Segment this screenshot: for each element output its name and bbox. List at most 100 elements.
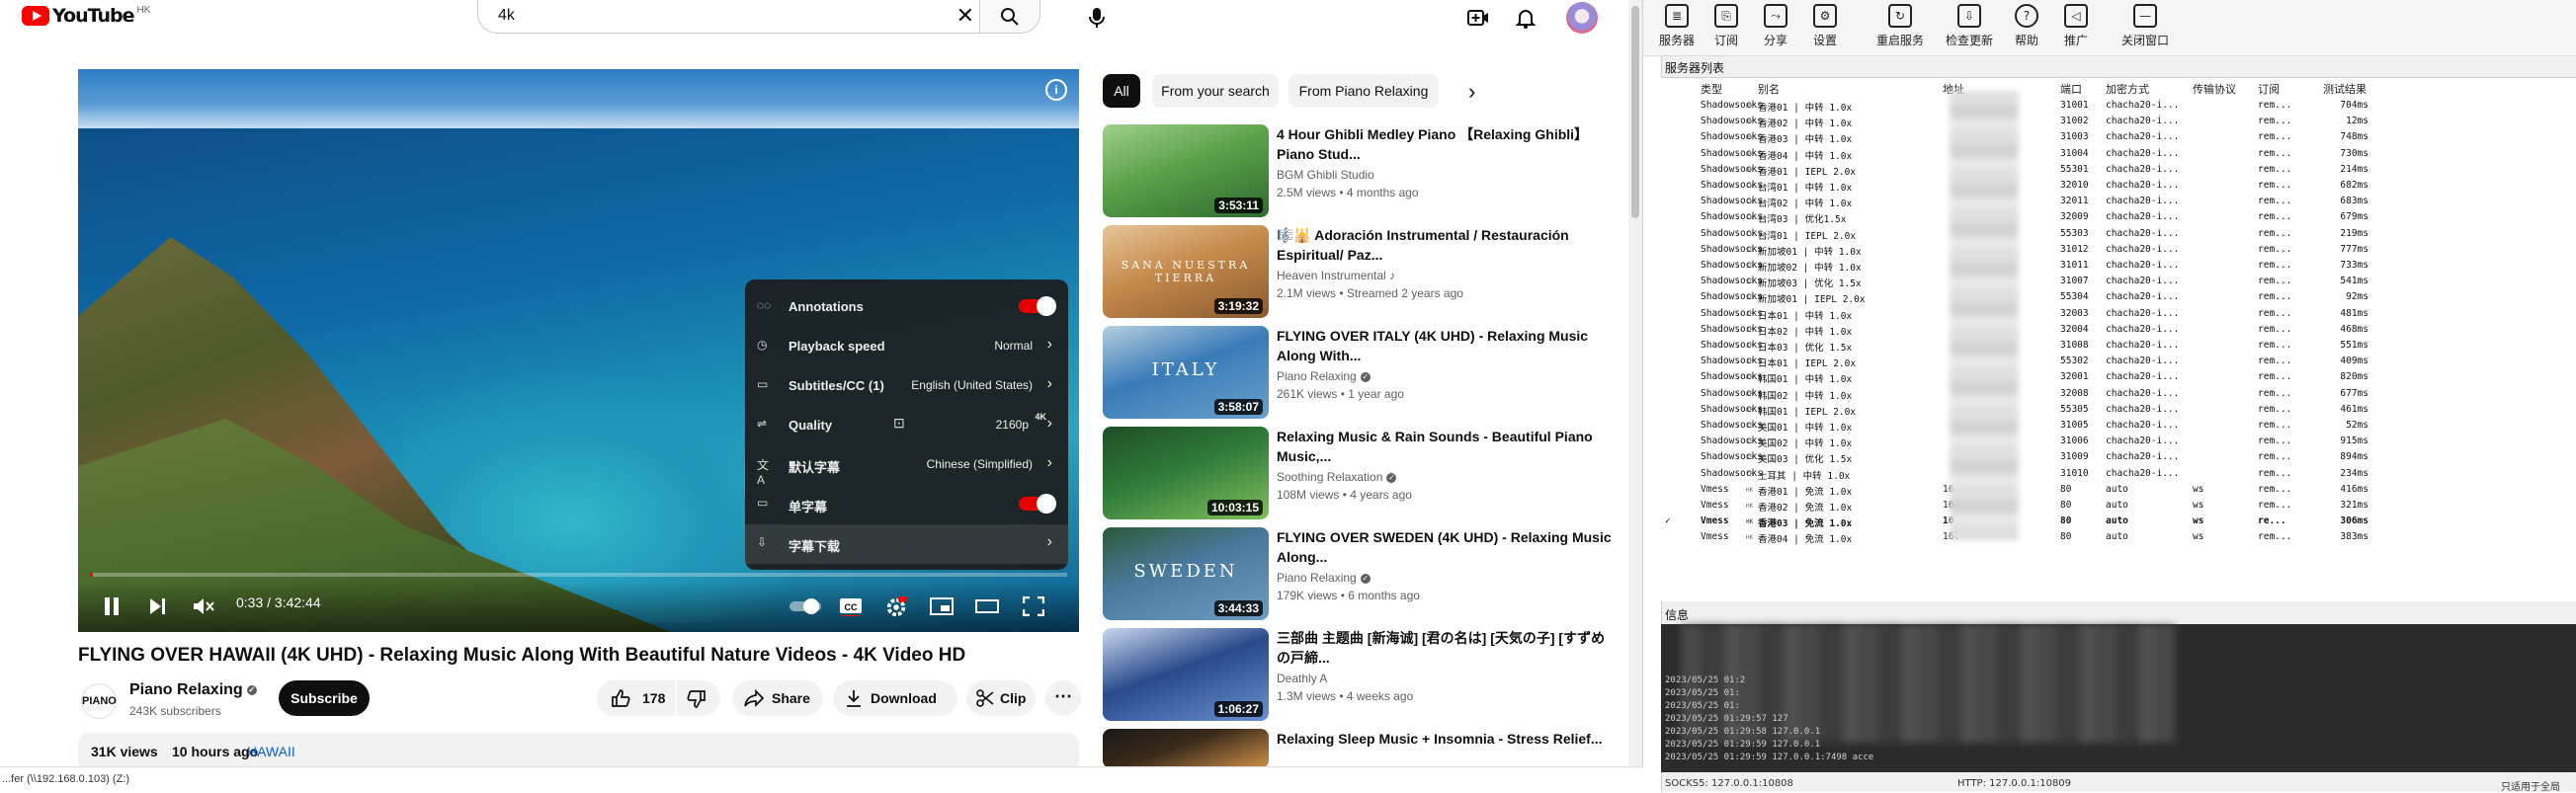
dislike-button[interactable]: [677, 680, 720, 716]
video-thumbnail[interactable]: SANA NUESTRA TIERRA 3:19:32: [1103, 225, 1269, 318]
video-thumbnail[interactable]: 1:06:27: [1103, 628, 1269, 721]
server-row[interactable]: HKVmess香港04 | 免流 1.0x16.80autowsrem...38…: [1661, 529, 2576, 545]
theater-mode-icon[interactable]: [975, 596, 999, 616]
video-thumbnail[interactable]: ITALY 3:58:07: [1103, 326, 1269, 419]
next-video-icon[interactable]: [149, 596, 167, 616]
chip-from-your-search[interactable]: From your search: [1152, 74, 1279, 108]
hashtag[interactable]: HAWAII: [247, 744, 295, 759]
account-avatar[interactable]: [1566, 2, 1598, 34]
server-row[interactable]: KR Shadowsocks 韩国01 | 中转 1.0x 32001 chacha20…: [1661, 369, 2576, 385]
recommendation-item[interactable]: Relaxing Sleep Music + Insomnia - Stress…: [1103, 729, 1626, 766]
settings-item-2[interactable]: ▭ Subtitles/CC (1) English (United States)…: [745, 366, 1068, 406]
recommendation-item[interactable]: 1:06:27 三部曲 主题曲 [新海诚] [君の名は] [天気の子] [すずめの…: [1103, 628, 1626, 723]
server-row[interactable]: US Shadowsocks 美国03 | 优化 1.5x 31009 chacha20…: [1661, 449, 2576, 465]
channel-logo[interactable]: PIANO: [81, 683, 117, 719]
server-row[interactable]: US Shadowsocks 美国01 | 中转 1.0x 31005 chacha20…: [1661, 418, 2576, 434]
server-row[interactable]: CN Shadowsocks 台湾02 | 中转 1.0x 32011 chacha20…: [1661, 194, 2576, 209]
recommendation-item[interactable]: 3:53:11 4 Hour Ghibli Medley Piano 【Relax…: [1103, 124, 1626, 219]
miniplayer-icon[interactable]: [930, 596, 954, 616]
recommendation-channel[interactable]: Deathly A: [1277, 672, 1327, 685]
video-thumbnail[interactable]: SWEDEN 3:44:33: [1103, 527, 1269, 620]
search-button[interactable]: [979, 0, 1039, 33]
server-list-grid[interactable]: 类型 别名 地址 端口 加密方式 传输协议 订阅 测试结果 HK Shadowsocks 香港01…: [1661, 77, 2576, 601]
description-box[interactable]: 31K views 10 hours ago HAWAII: [78, 733, 1079, 766]
recommendation-channel[interactable]: BGM Ghibli Studio: [1277, 168, 1374, 182]
recommendation-channel[interactable]: Piano Relaxing ✓: [1277, 369, 1371, 383]
server-row[interactable]: KR Shadowsocks 韩国02 | 中转 1.0x 32008 chacha20…: [1661, 386, 2576, 402]
server-row[interactable]: SG Shadowsocks 新加坡01 | 中转 1.0x 31012 chacha2…: [1661, 242, 2576, 258]
server-row[interactable]: SG Shadowsocks 新加坡01 | IEPL 2.0x 55304 chach…: [1661, 289, 2576, 305]
column-header[interactable]: 传输协议: [2193, 81, 2236, 97]
column-header[interactable]: 测试结果: [2323, 81, 2367, 97]
progress-bar[interactable]: [90, 573, 1067, 577]
toolbar-minimize-button[interactable]: — 关闭窗口: [2121, 2, 2169, 48]
clip-button[interactable]: Clip: [966, 680, 1036, 716]
search-box[interactable]: 4k ✕: [477, 0, 1040, 34]
subtitles-cc-icon[interactable]: CC: [839, 596, 863, 616]
notifications-bell-icon[interactable]: [1514, 6, 1537, 30]
column-header[interactable]: 别名: [1758, 81, 1780, 97]
server-row[interactable]: HK Vmess 香港02 | 免流 1.0x 16 80 auto ws rem... 321…: [1661, 498, 2576, 514]
server-row[interactable]: TR Shadowsocks 土耳其 | 中转 1.0x 31010 chacha20-…: [1661, 466, 2576, 482]
recommendation-item[interactable]: ITALY 3:58:07 FLYING OVER ITALY (4K UHD) -…: [1103, 326, 1626, 421]
server-row[interactable]: KR Shadowsocks 韩国01 | IEPL 2.0x 55305 chacha…: [1661, 402, 2576, 418]
server-row[interactable]: JP Shadowsocks 日本02 | 中转 1.0x 32004 chacha20…: [1661, 322, 2576, 338]
server-row[interactable]: HK Shadowsocks 香港03 | 中转 1.0x 31003 chacha20…: [1661, 129, 2576, 145]
toolbar-gear-button[interactable]: ⚙ 设置: [1813, 2, 1837, 48]
toolbar-update-button[interactable]: ⇩ 检查更新: [1946, 2, 1993, 48]
server-row[interactable]: JP Shadowsocks 日本01 | IEPL 2.0x 55302 chacha…: [1661, 354, 2576, 369]
recommendation-title[interactable]: Relaxing Music & Rain Sounds - Beautiful…: [1277, 427, 1613, 466]
recommendation-channel[interactable]: Soothing Relaxation ✓: [1277, 470, 1397, 484]
settings-item-6[interactable]: ⇩ 字幕下载 ›: [745, 524, 1068, 564]
column-header[interactable]: 加密方式: [2106, 81, 2149, 97]
server-row[interactable]: HK Shadowsocks 香港02 | 中转 1.0x 31002 chacha20…: [1661, 114, 2576, 129]
server-row[interactable]: HK Shadowsocks 香港01 | IEPL 2.0x 55301 chacha…: [1661, 162, 2576, 178]
search-input[interactable]: 4k: [498, 7, 515, 25]
microphone-icon[interactable]: [1089, 7, 1105, 29]
pause-icon[interactable]: [104, 596, 120, 616]
log-panel[interactable]: 2023/05/25 01:2 2023/05/25 01: 2023/05/25 …: [1661, 624, 2576, 772]
toggle-switch[interactable]: [1019, 296, 1056, 316]
recommendation-title[interactable]: 三部曲 主题曲 [新海诚] [君の名は] [天気の子] [すずめの戸締...: [1277, 628, 1613, 668]
mute-icon[interactable]: [193, 596, 214, 616]
server-row[interactable]: JP Shadowsocks 日本01 | 中转 1.0x 32003 chacha20…: [1661, 306, 2576, 322]
recommendation-title[interactable]: FLYING OVER ITALY (4K UHD) - Relaxing Mu…: [1277, 326, 1613, 365]
channel-name[interactable]: Piano Relaxing ✓: [129, 681, 257, 699]
recommendation-item[interactable]: SWEDEN 3:44:33 FLYING OVER SWEDEN (4K UHD)…: [1103, 527, 1626, 622]
server-row[interactable]: CN Shadowsocks 台湾01 | IEPL 2.0x 55303 chacha…: [1661, 226, 2576, 242]
recommendation-item[interactable]: SANA NUESTRA TIERRA 3:19:32 🎼🕌 Adoración I…: [1103, 225, 1626, 320]
share-button[interactable]: Share: [732, 680, 823, 716]
server-row[interactable]: SG Shadowsocks 新加坡02 | 中转 1.0x 31011 chacha2…: [1661, 258, 2576, 274]
server-row[interactable]: CN Shadowsocks 台湾01 | 中转 1.0x 32010 chacha20…: [1661, 178, 2576, 194]
column-header[interactable]: 订阅: [2258, 81, 2280, 97]
server-row[interactable]: SG Shadowsocks 新加坡03 | 优化 1.5x 31007 chacha2…: [1661, 274, 2576, 289]
server-row[interactable]: ✓ HK Vmess 香港03 | 免流 1.0x 16 80 auto ws re... 306…: [1661, 514, 2576, 529]
chip-all[interactable]: All: [1103, 74, 1140, 108]
settings-item-1[interactable]: ◷ Playback speed Normal ›: [745, 327, 1068, 366]
column-header[interactable]: 端口: [2060, 81, 2082, 97]
scrollbar-thumb[interactable]: [1631, 6, 1639, 218]
clear-search-icon[interactable]: ✕: [956, 3, 974, 29]
recommendation-channel[interactable]: Piano Relaxing ✓: [1277, 571, 1371, 585]
toolbar-help-button[interactable]: ? 帮助: [2015, 2, 2038, 48]
video-thumbnail[interactable]: 10:03:15: [1103, 427, 1269, 519]
chevron-right-icon[interactable]: ›: [1468, 79, 1475, 105]
recommendation-channel[interactable]: Heaven Instrumental ♪: [1277, 269, 1395, 282]
chip-from-piano-relaxing[interactable]: From Piano Relaxing: [1288, 74, 1439, 108]
settings-item-4[interactable]: 文A 默认字幕 Chinese (Simplified) ›: [745, 445, 1068, 487]
server-row[interactable]: JP Shadowsocks 日本03 | 优化 1.5x 31008 chacha20…: [1661, 338, 2576, 354]
video-info-icon[interactable]: i: [1045, 79, 1067, 101]
fullscreen-icon[interactable]: [1023, 596, 1044, 616]
more-actions-icon[interactable]: ⋯: [1045, 680, 1081, 716]
server-row[interactable]: HK Shadowsocks 香港01 | 中转 1.0x 31001 chacha20…: [1661, 98, 2576, 114]
recommendation-item[interactable]: 10:03:15 Relaxing Music & Rain Sounds - B…: [1103, 427, 1626, 521]
toggle-switch[interactable]: [1019, 494, 1056, 514]
like-button[interactable]: 178: [597, 680, 676, 716]
youtube-logo[interactable]: YouTube HK: [22, 5, 150, 27]
toolbar-subscription-button[interactable]: ⎘ 订阅: [1714, 2, 1738, 48]
toolbar-server-button[interactable]: ≣ 服务器: [1659, 2, 1695, 48]
recommendation-title[interactable]: FLYING OVER SWEDEN (4K UHD) - Relaxing M…: [1277, 527, 1613, 567]
create-video-icon[interactable]: [1466, 6, 1490, 30]
settings-item-3[interactable]: ⇌ Quality 2160p 4K ⊡ ›: [745, 406, 1068, 445]
recommendation-title[interactable]: Relaxing Sleep Music + Insomnia - Stress…: [1277, 729, 1613, 749]
